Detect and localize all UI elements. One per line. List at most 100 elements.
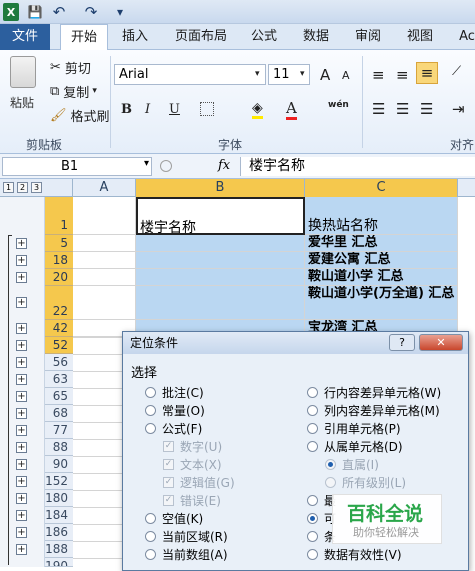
cell-c[interactable]: 爱建公寓 汇总 — [305, 252, 458, 269]
row-header[interactable]: 56 — [45, 354, 73, 371]
align-right-icon[interactable]: ☰ — [420, 100, 433, 118]
close-button[interactable]: ✕ — [419, 334, 463, 351]
expand-group-icon[interactable]: + — [16, 238, 27, 249]
borders-icon[interactable] — [200, 102, 214, 116]
option-row-differences[interactable]: 行内容差异单元格(W) — [307, 384, 441, 401]
option-data-validation[interactable]: 数据有效性(V) — [307, 546, 402, 563]
fx-icon[interactable]: fx — [218, 158, 230, 173]
tab-review[interactable]: 审阅 — [346, 24, 390, 50]
option-constants[interactable]: 常量(O) — [145, 402, 205, 419]
tab-page-layout[interactable]: 页面布局 — [168, 24, 234, 50]
option-dependents[interactable]: 从属单元格(D) — [307, 438, 403, 455]
row-header[interactable]: 77 — [45, 422, 73, 439]
name-box-dropdown-icon[interactable]: ▾ — [144, 158, 149, 169]
option-current-region[interactable]: 当前区域(R) — [145, 528, 228, 545]
tab-file[interactable]: 文件 — [0, 24, 50, 50]
row-header[interactable]: 18 — [45, 252, 73, 269]
cell-a1[interactable] — [73, 197, 136, 235]
row-header[interactable]: 90 — [45, 456, 73, 473]
name-box[interactable]: B1 — [2, 157, 152, 176]
option-column-differences[interactable]: 列内容差异单元格(M) — [307, 402, 440, 419]
cell-b1[interactable]: 楼宇名称 — [136, 197, 305, 235]
expand-group-icon[interactable]: + — [16, 544, 27, 555]
cell-a[interactable] — [73, 235, 136, 252]
expand-group-icon[interactable]: + — [16, 493, 27, 504]
expand-group-icon[interactable]: + — [16, 323, 27, 334]
check-errors[interactable]: ✓ 错误(E) — [163, 492, 221, 509]
cell-c1[interactable]: 换热站名称 — [305, 197, 458, 235]
row-header[interactable]: 42 — [45, 320, 73, 337]
column-header-a[interactable]: A — [73, 179, 136, 197]
row-header[interactable]: 65 — [45, 388, 73, 405]
option-direct-only[interactable]: 直属(I) — [325, 456, 379, 473]
row-header[interactable]: 1 — [45, 197, 73, 235]
shrink-font-button[interactable]: A — [342, 69, 350, 82]
tab-more[interactable]: Ac — [452, 24, 475, 50]
option-blanks[interactable]: 空值(K) — [145, 510, 203, 527]
row-header[interactable]: 88 — [45, 439, 73, 456]
formula-handle[interactable] — [160, 160, 172, 172]
cell-c[interactable]: 鞍山道小学(万全道) 汇总 — [305, 286, 458, 320]
tab-formulas[interactable]: 公式 — [244, 24, 284, 50]
paint-bucket-icon[interactable]: ◈ — [252, 100, 263, 119]
row-header[interactable]: 180 — [45, 490, 73, 507]
column-header-c[interactable]: C — [305, 179, 458, 197]
paste-icon[interactable] — [10, 56, 36, 88]
outline-level-1[interactable]: 1 — [3, 182, 14, 193]
check-logicals[interactable]: ✓ 逻辑值(G) — [163, 474, 235, 491]
expand-group-icon[interactable]: + — [16, 425, 27, 436]
expand-group-icon[interactable]: + — [16, 527, 27, 538]
redo-icon[interactable]: ↷ — [82, 3, 100, 21]
check-text[interactable]: ✓ 文本(X) — [163, 456, 222, 473]
outline-level-2[interactable]: 2 — [17, 182, 28, 193]
cell-a[interactable] — [73, 286, 136, 320]
italic-button[interactable]: I — [145, 102, 150, 117]
customize-qat-icon[interactable]: ▾ — [114, 3, 126, 21]
expand-group-icon[interactable]: + — [16, 340, 27, 351]
expand-group-icon[interactable]: + — [16, 374, 27, 385]
expand-group-icon[interactable]: + — [16, 510, 27, 521]
cell-c[interactable]: 鞍山道小学 汇总 — [305, 269, 458, 286]
row-header[interactable]: 152 — [45, 473, 73, 490]
cell-b[interactable] — [136, 252, 305, 269]
save-icon[interactable]: 💾 — [26, 3, 44, 21]
font-name-input[interactable]: Arial — [114, 64, 266, 85]
expand-group-icon[interactable]: + — [16, 272, 27, 283]
paste-label[interactable]: 粘贴 — [10, 94, 34, 111]
row-header[interactable]: 184 — [45, 507, 73, 524]
expand-group-icon[interactable]: + — [16, 476, 27, 487]
font-color-button[interactable]: A — [286, 99, 297, 120]
cell-c[interactable]: 爱华里 汇总 — [305, 235, 458, 252]
tab-view[interactable]: 视图 — [398, 24, 442, 50]
help-button[interactable]: ? — [389, 334, 415, 351]
cell-b[interactable] — [136, 269, 305, 286]
outline-level-3[interactable]: 3 — [31, 182, 42, 193]
font-name-dropdown-icon[interactable]: ▾ — [255, 69, 260, 79]
align-left-icon[interactable]: ☰ — [372, 100, 385, 118]
expand-group-icon[interactable]: + — [16, 459, 27, 470]
option-precedents[interactable]: 引用单元格(P) — [307, 420, 401, 437]
row-header[interactable]: 68 — [45, 405, 73, 422]
grow-font-button[interactable]: A — [320, 66, 330, 84]
tab-data[interactable]: 数据 — [294, 24, 338, 50]
align-bottom-icon[interactable]: ≡ — [416, 62, 438, 84]
expand-group-icon[interactable]: + — [16, 255, 27, 266]
row-header[interactable]: 52 — [45, 337, 73, 354]
underline-button[interactable]: U — [169, 102, 180, 117]
row-header[interactable]: 22 — [45, 286, 73, 320]
row-header[interactable]: 5 — [45, 235, 73, 252]
tab-insert[interactable]: 插入 — [112, 24, 158, 50]
expand-group-icon[interactable]: + — [16, 357, 27, 368]
option-current-array[interactable]: 当前数组(A) — [145, 546, 228, 563]
align-middle-icon[interactable]: ≡ — [396, 66, 409, 84]
row-header[interactable]: 188 — [45, 541, 73, 558]
column-header-b[interactable]: B — [136, 179, 305, 197]
cell-b[interactable] — [136, 235, 305, 252]
copy-button[interactable]: ⧉ 复制 ▾ — [50, 82, 97, 101]
cell-b[interactable] — [136, 286, 305, 320]
expand-group-icon[interactable]: + — [16, 408, 27, 419]
row-header[interactable]: 186 — [45, 524, 73, 541]
align-top-icon[interactable]: ≡ — [372, 66, 385, 84]
select-all-corner[interactable] — [45, 179, 73, 197]
row-header[interactable]: 63 — [45, 371, 73, 388]
